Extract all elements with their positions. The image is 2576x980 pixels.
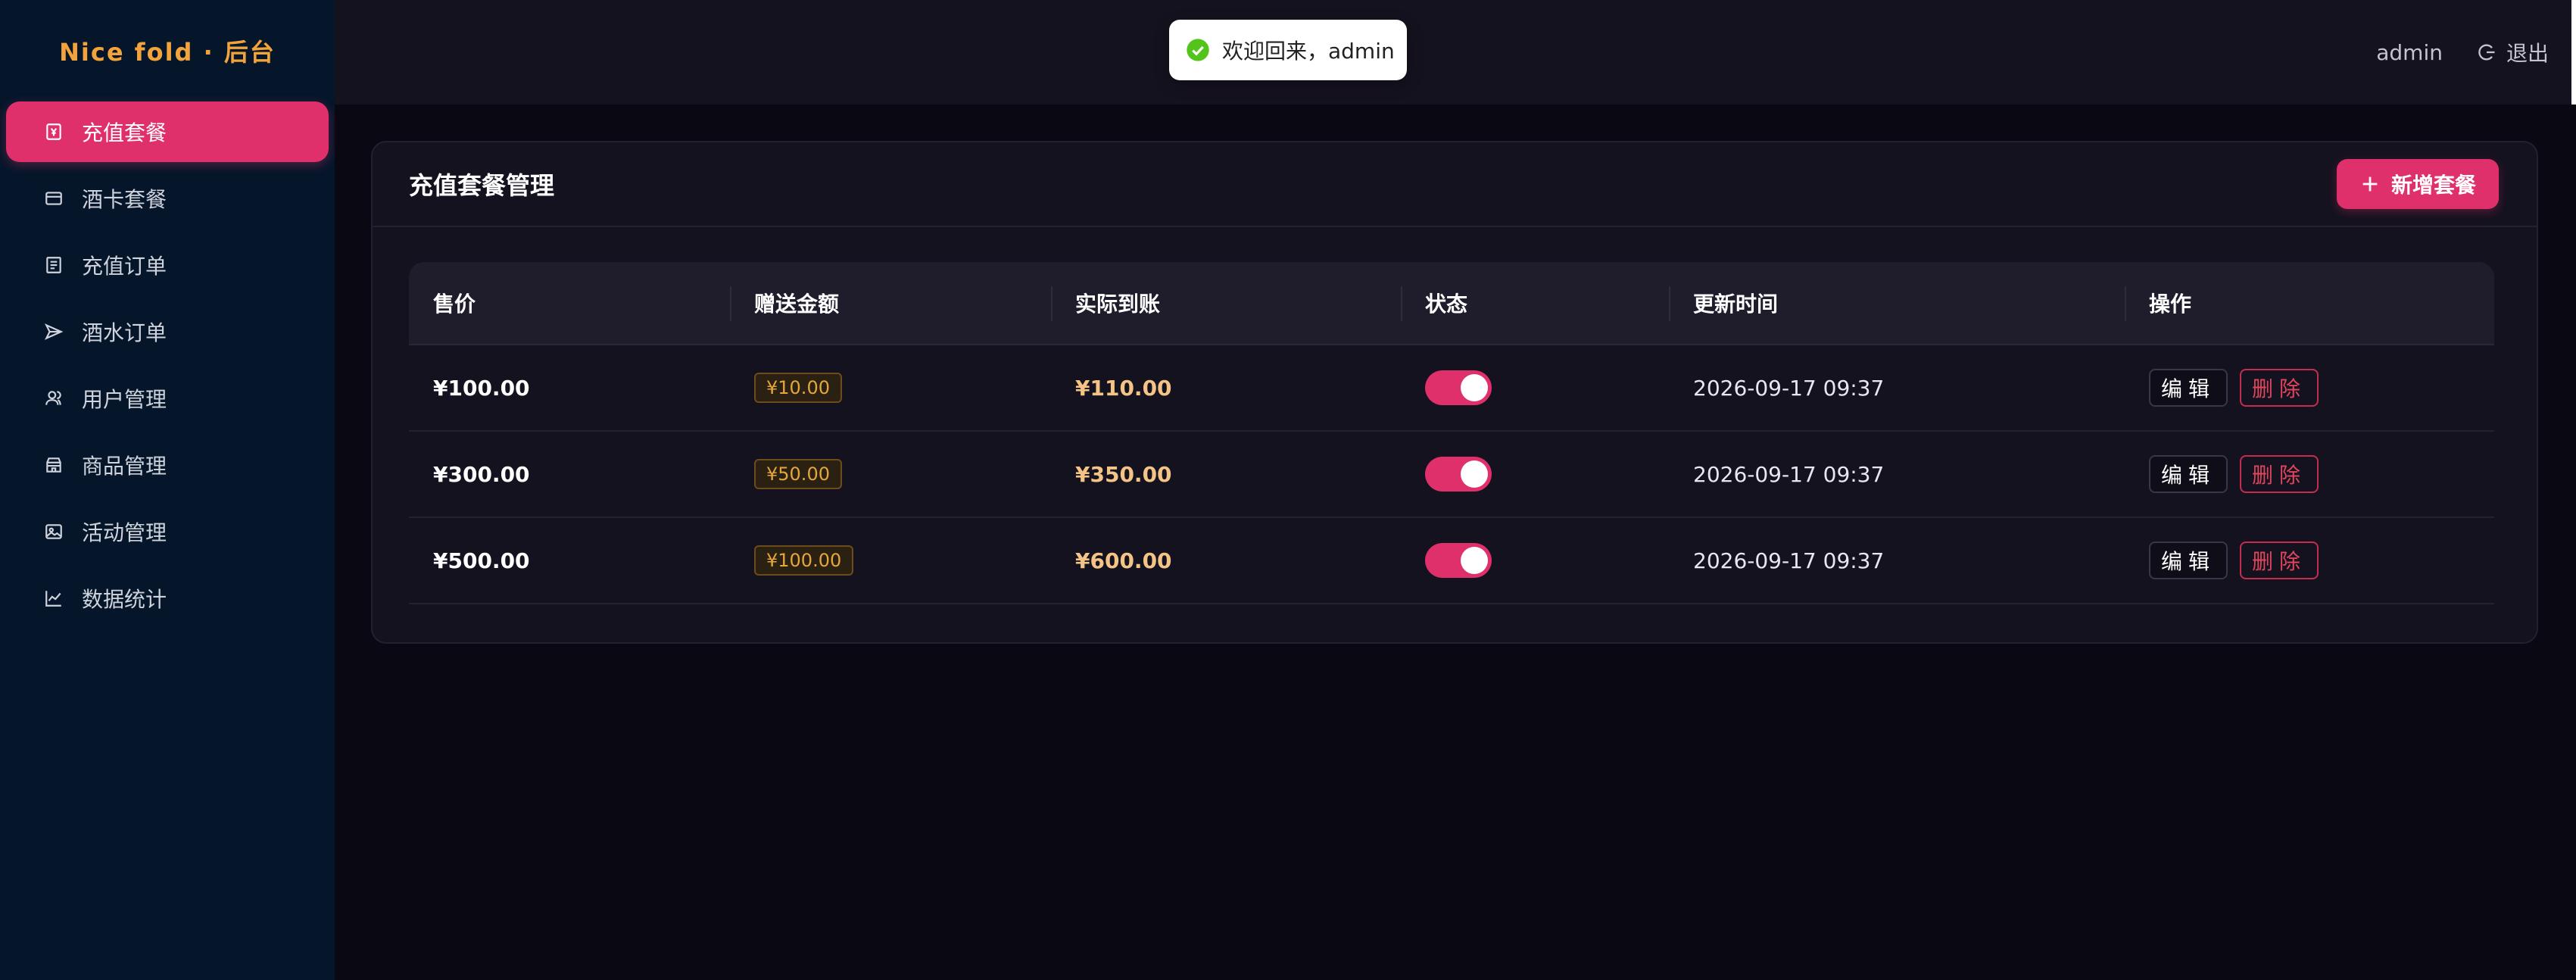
logout-label: 退出 [2506,41,2549,66]
logout-icon [2476,42,2497,63]
username: admin [2376,39,2443,65]
price-cell: ¥100.00 [433,375,530,401]
card-header: 充值套餐管理 新增套餐 [373,142,2537,227]
table-row: ¥500.00 ¥100.00 ¥600.00 2026-09-17 09:37… [409,518,2494,604]
chart-icon [42,587,65,610]
column-header-gift: 赠送金额 [730,262,1051,344]
add-package-button[interactable]: 新增套餐 [2336,159,2499,209]
column-header-actual: 实际到账 [1051,262,1401,344]
sidebar-item-label: 数据统计 [82,587,167,612]
edit-button[interactable]: 编辑 [2149,455,2228,493]
packages-table: 售价 赠送金额 实际到账 状态 更新时间 操作 ¥100.00 ¥10.00 ¥… [409,262,2494,604]
logout-button[interactable]: 退出 [2476,37,2549,67]
delete-button[interactable]: 删除 [2240,369,2319,407]
sidebar-item-recharge-orders[interactable]: 充值订单 [6,235,329,295]
sidebar-item-label: 酒水订单 [82,320,167,345]
sidebar-item-label: 商品管理 [82,454,167,479]
status-toggle[interactable] [1425,370,1492,405]
sidebar-item-statistics[interactable]: 数据统计 [6,568,329,629]
column-header-price: 售价 [433,292,476,317]
gift-badge: ¥50.00 [754,459,842,489]
header-user-area: admin 退出 [2376,0,2576,105]
recharge-icon [42,120,65,143]
table-header: 售价 赠送金额 实际到账 状态 更新时间 操作 [409,262,2494,345]
users-icon [42,387,65,410]
toast-message: 欢迎回来，admin [1222,39,1395,64]
sidebar-item-wine-card-packages[interactable]: 酒卡套餐 [6,168,329,229]
updated-time-cell: 2026-09-17 09:37 [1693,461,1885,487]
column-header-actions: 操作 [2125,262,2494,344]
sidebar-item-event-management[interactable]: 活动管理 [6,501,329,562]
store-icon [42,454,65,476]
sidebar-item-label: 充值套餐 [82,120,167,145]
success-toast: 欢迎回来，admin [1169,20,1407,80]
gift-badge: ¥100.00 [754,545,854,576]
sidebar-item-drink-orders[interactable]: 酒水订单 [6,301,329,362]
top-header: admin 退出 [335,0,2576,105]
card-icon [42,187,65,210]
updated-time-cell: 2026-09-17 09:37 [1693,375,1885,401]
sidebar-item-product-management[interactable]: 商品管理 [6,435,329,495]
actual-cell: ¥350.00 [1075,461,1172,487]
edit-button[interactable]: 编辑 [2149,541,2228,579]
status-toggle[interactable] [1425,543,1492,578]
gift-badge: ¥10.00 [754,373,842,403]
edit-button[interactable]: 编辑 [2149,369,2228,407]
table-row: ¥100.00 ¥10.00 ¥110.00 2026-09-17 09:37 … [409,345,2494,432]
sidebar-item-label: 活动管理 [82,520,167,545]
brand-logo: Nice fold · 后台 [59,38,276,67]
delete-button[interactable]: 删除 [2240,455,2319,493]
column-header-status: 状态 [1401,262,1669,344]
plus-icon [2359,173,2381,195]
sidebar-item-user-management[interactable]: 用户管理 [6,368,329,429]
image-icon [42,520,65,543]
price-cell: ¥300.00 [433,461,530,487]
price-cell: ¥500.00 [433,548,530,573]
page-title: 充值套餐管理 [409,171,555,200]
status-toggle[interactable] [1425,457,1492,492]
add-package-label: 新增套餐 [2390,173,2476,198]
check-circle-icon [1186,38,1210,62]
window-edge [2571,0,2576,105]
actual-cell: ¥600.00 [1075,548,1172,573]
sidebar-item-label: 充值订单 [82,254,167,279]
sidebar-item-label: 酒卡套餐 [82,187,167,212]
send-icon [42,320,65,343]
actual-cell: ¥110.00 [1075,375,1172,401]
column-header-updated: 更新时间 [1669,262,2125,344]
order-list-icon [42,254,65,276]
sidebar-nav: 充值套餐 酒卡套餐 充值订单 酒水订单 用户管理 商品管理 活动管理 数据统计 [0,101,335,629]
table-row: ¥300.00 ¥50.00 ¥350.00 2026-09-17 09:37 … [409,432,2494,518]
sidebar-item-recharge-packages[interactable]: 充值套餐 [6,101,329,162]
updated-time-cell: 2026-09-17 09:37 [1693,548,1885,573]
sidebar-item-label: 用户管理 [82,387,167,412]
sidebar: Nice fold · 后台 充值套餐 酒卡套餐 充值订单 酒水订单 用户管理 … [0,0,335,980]
recharge-package-card: 充值套餐管理 新增套餐 售价 赠送金额 实际到账 状态 更新时间 操作 ¥100… [371,141,2538,644]
admin-app: Nice fold · 后台 充值套餐 酒卡套餐 充值订单 酒水订单 用户管理 … [0,0,2576,980]
delete-button[interactable]: 删除 [2240,541,2319,579]
